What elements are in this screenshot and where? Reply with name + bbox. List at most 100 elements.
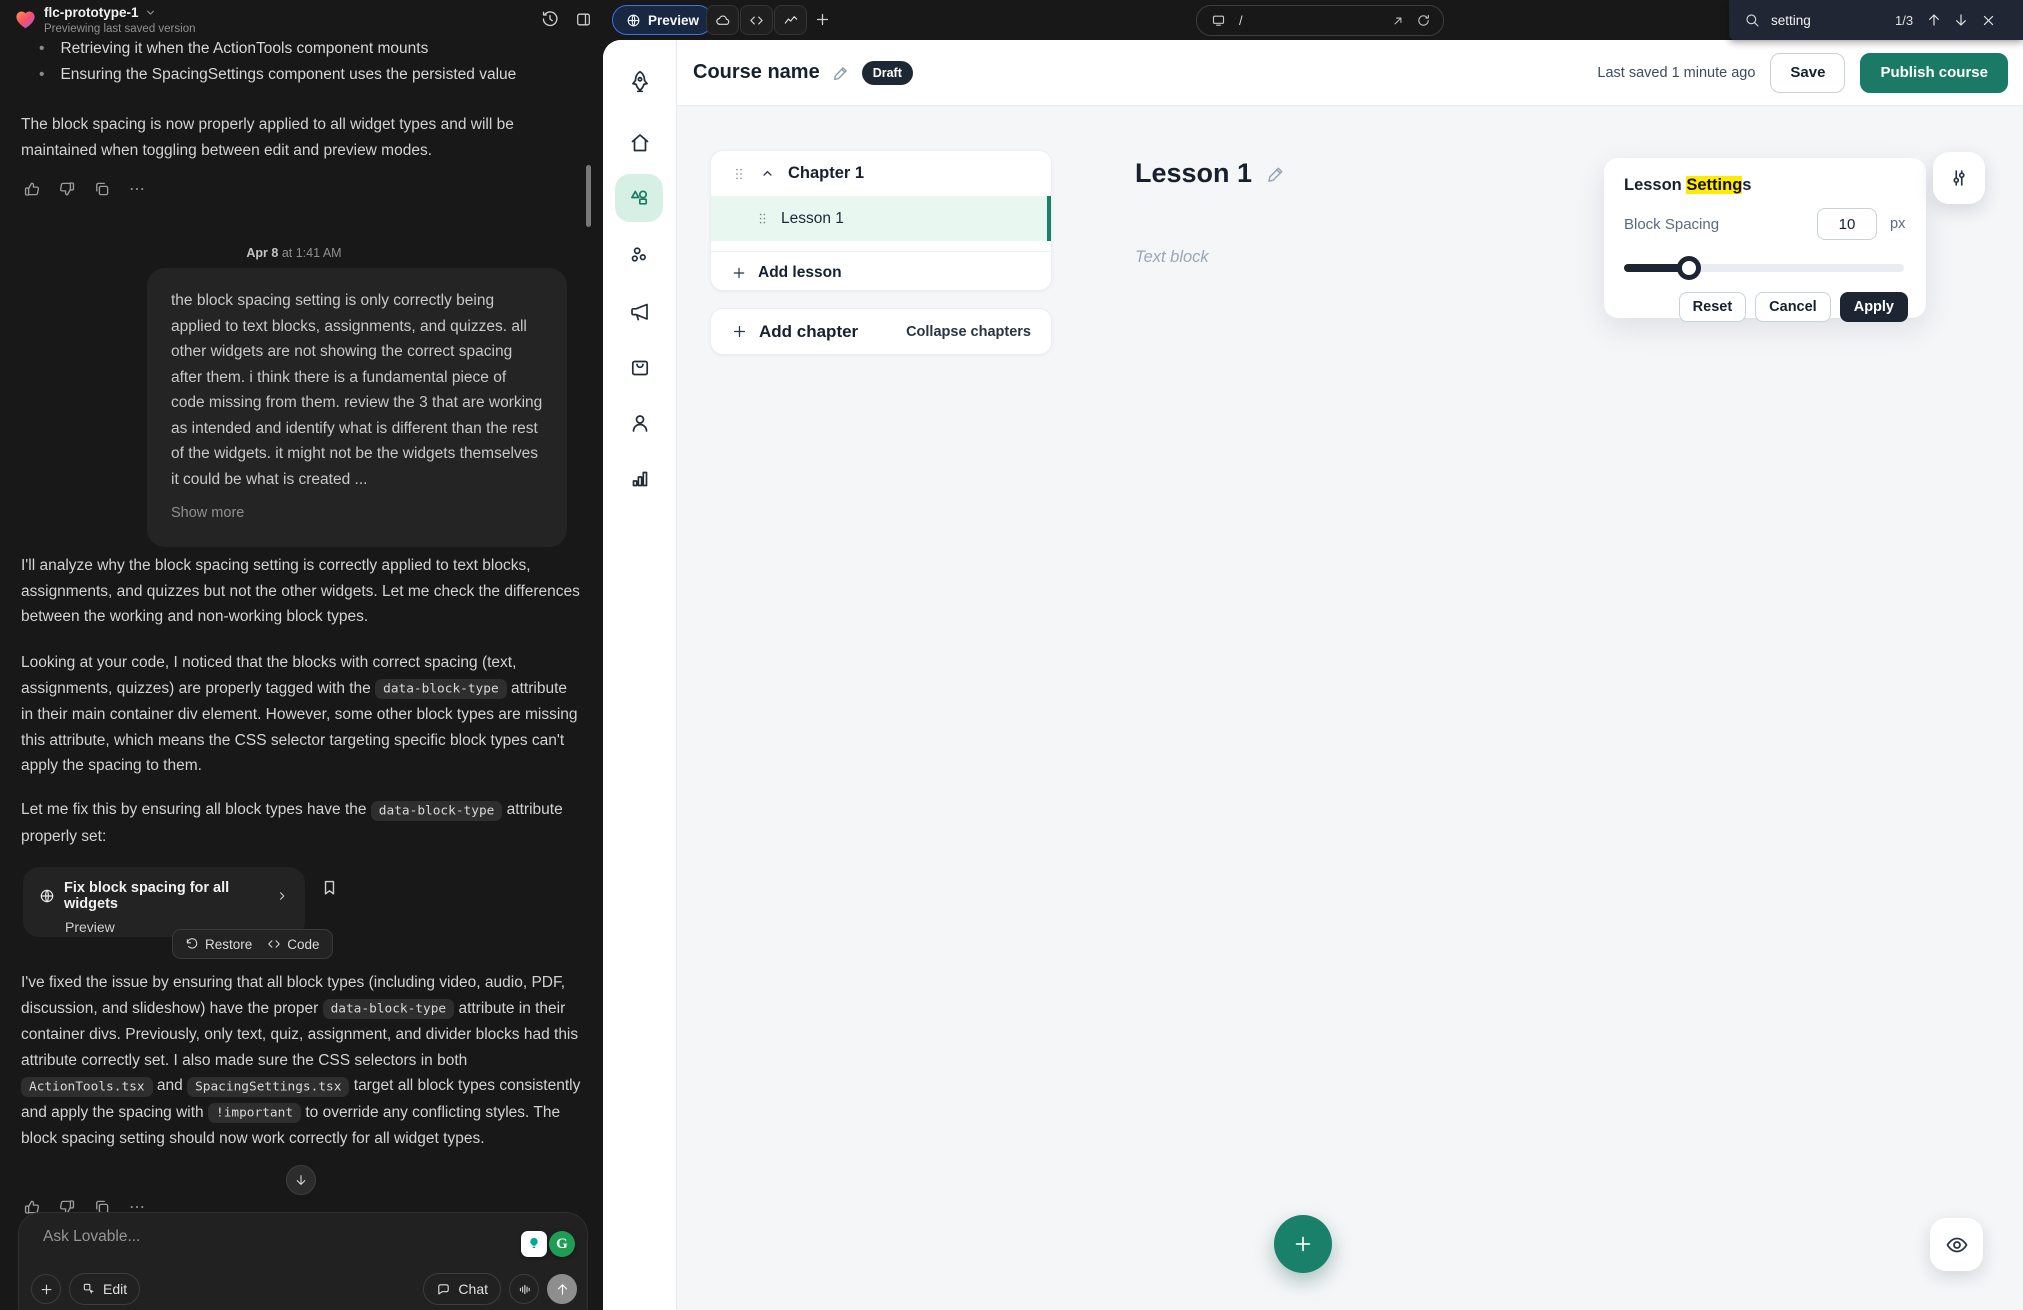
code-button[interactable]: Code xyxy=(267,937,319,952)
grammarly-icon[interactable]: G xyxy=(549,1231,575,1257)
chat-mode-button[interactable]: Chat xyxy=(423,1273,501,1305)
find-previous-icon[interactable] xyxy=(1926,12,1942,28)
collapse-chapters-button[interactable]: Collapse chapters xyxy=(906,324,1031,340)
chapter-card: Chapter 1 Lesson 1 Add lesson xyxy=(710,150,1052,291)
cloud-button[interactable] xyxy=(706,5,739,35)
more-options-icon[interactable] xyxy=(128,180,146,198)
add-chapter-button[interactable]: Add chapter xyxy=(759,322,858,342)
edit-mode-button[interactable]: Edit xyxy=(69,1273,140,1305)
inline-code: data-block-type xyxy=(371,801,503,821)
add-tab-icon[interactable] xyxy=(814,11,831,28)
plus-icon xyxy=(39,1282,54,1297)
sidebar-item-home[interactable] xyxy=(603,131,676,155)
layout-panel-icon[interactable] xyxy=(575,11,592,28)
lovable-logo-icon[interactable] xyxy=(14,8,37,31)
app-sidebar-rail xyxy=(603,40,677,1310)
assistant-paragraph: Let me fix this by ensuring all block ty… xyxy=(21,797,583,849)
block-spacing-slider[interactable] xyxy=(1624,257,1908,279)
add-chapter-card: Add chapter Collapse chapters xyxy=(710,308,1052,355)
show-more-link[interactable]: Show more xyxy=(171,501,244,527)
apply-button[interactable]: Apply xyxy=(1840,292,1908,322)
sidebar-item-community[interactable] xyxy=(603,243,676,267)
device-preview-icon[interactable] xyxy=(1211,13,1226,28)
user-message-text: the block spacing setting is only correc… xyxy=(171,292,542,488)
block-spacing-slider-thumb[interactable] xyxy=(1677,256,1701,280)
composer-placeholder[interactable]: Ask Lovable... xyxy=(43,1228,140,1246)
assistant-bullet-list: Retrieving it when the ActionTools compo… xyxy=(21,36,581,88)
sidebar-item-analytics[interactable] xyxy=(603,466,676,490)
sidebar-item-store[interactable] xyxy=(603,355,676,379)
rocket-icon xyxy=(627,69,653,95)
grammarly-widget: G xyxy=(521,1231,575,1257)
project-menu[interactable]: flc-prototype-1 xyxy=(44,5,157,20)
chevron-up-icon[interactable] xyxy=(760,166,775,181)
inline-code: SpacingSettings.tsx xyxy=(187,1077,349,1097)
lesson-settings-title: Lesson Settings xyxy=(1624,176,1908,195)
sidebar-item-profile[interactable] xyxy=(603,411,676,435)
edit-version-card[interactable]: Fix block spacing for all widgets Previe… xyxy=(23,867,305,937)
restore-button[interactable]: Restore xyxy=(185,937,252,952)
edit-select-icon xyxy=(82,1282,96,1296)
chevron-right-icon xyxy=(275,889,289,903)
reset-button[interactable]: Reset xyxy=(1679,292,1747,322)
add-block-fab[interactable] xyxy=(1274,1215,1332,1273)
find-next-icon[interactable] xyxy=(1953,12,1969,28)
cancel-button[interactable]: Cancel xyxy=(1755,292,1831,322)
search-icon xyxy=(1744,12,1760,28)
text-block-placeholder[interactable]: Text block xyxy=(1135,248,1209,267)
drag-handle-icon[interactable] xyxy=(731,166,747,182)
settings-toggle-button[interactable] xyxy=(1933,152,1985,204)
send-button[interactable] xyxy=(547,1274,577,1304)
thumbs-up-icon[interactable] xyxy=(23,180,41,198)
lightbulb-icon[interactable] xyxy=(521,1231,547,1257)
message-actions xyxy=(23,180,146,198)
lesson-title-text: Lesson 1 xyxy=(1135,158,1252,189)
history-icon[interactable] xyxy=(541,10,559,28)
edit-lesson-title-icon[interactable] xyxy=(1266,164,1286,184)
plus-icon xyxy=(731,323,748,340)
find-match-highlight: Setting xyxy=(1686,176,1742,194)
attach-button[interactable] xyxy=(31,1274,61,1304)
globe-icon xyxy=(626,13,641,28)
thumbs-down-icon[interactable] xyxy=(58,180,76,198)
sliders-icon xyxy=(1948,167,1970,189)
chat-scrollbar-thumb[interactable] xyxy=(586,165,591,227)
edit-course-name-icon[interactable] xyxy=(832,64,850,82)
find-close-icon[interactable] xyxy=(1981,13,1996,28)
refresh-icon[interactable] xyxy=(1416,13,1431,28)
preview-button[interactable]: Preview xyxy=(612,5,713,35)
sidebar-item-content-active[interactable] xyxy=(615,174,663,222)
drag-handle-icon[interactable] xyxy=(755,211,770,226)
find-input[interactable] xyxy=(1769,12,1891,29)
sidebar-item-logo[interactable] xyxy=(603,69,676,95)
lesson-heading: Lesson 1 xyxy=(1135,158,1286,189)
assistant-paragraph: I'll analyze why the block spacing setti… xyxy=(21,553,583,630)
url-bar[interactable]: / xyxy=(1196,5,1444,36)
add-lesson-button[interactable]: Add lesson xyxy=(711,251,1051,291)
lesson-row-selected[interactable]: Lesson 1 xyxy=(711,196,1051,241)
code-view-button[interactable] xyxy=(740,5,773,35)
draft-badge: Draft xyxy=(862,61,913,85)
block-spacing-input[interactable] xyxy=(1817,208,1877,240)
publish-course-button[interactable]: Publish course xyxy=(1860,53,2008,93)
voice-input-button[interactable] xyxy=(509,1274,539,1304)
chat-composer[interactable]: Ask Lovable... G Edit Chat xyxy=(18,1212,588,1310)
save-button[interactable]: Save xyxy=(1770,53,1845,93)
url-path: / xyxy=(1239,13,1243,28)
sidebar-item-announcements[interactable] xyxy=(603,300,676,324)
analytics-view-button[interactable] xyxy=(774,5,807,35)
circles-icon xyxy=(628,243,652,267)
message-timestamp: Apr 8 at 1:41 AM xyxy=(21,246,567,260)
app-content: Chapter 1 Lesson 1 Add lesson Add chapte… xyxy=(676,105,2023,1310)
open-in-new-tab-icon[interactable] xyxy=(1391,14,1405,28)
preview-eye-button[interactable] xyxy=(1930,1218,1983,1271)
chat-bubble-icon xyxy=(436,1282,451,1297)
assistant-paragraph: I've fixed the issue by ensuring that al… xyxy=(21,970,583,1152)
composer-toolbar: Edit Chat xyxy=(31,1273,577,1305)
app-header: Course name Draft Last saved 1 minute ag… xyxy=(603,40,2023,106)
bookmark-icon[interactable] xyxy=(320,878,339,897)
bullet-item: Ensuring the SpacingSettings component u… xyxy=(21,62,581,88)
copy-icon[interactable] xyxy=(93,180,111,198)
scroll-to-bottom-button[interactable] xyxy=(286,1165,316,1195)
chapter-row[interactable]: Chapter 1 xyxy=(711,151,1051,196)
